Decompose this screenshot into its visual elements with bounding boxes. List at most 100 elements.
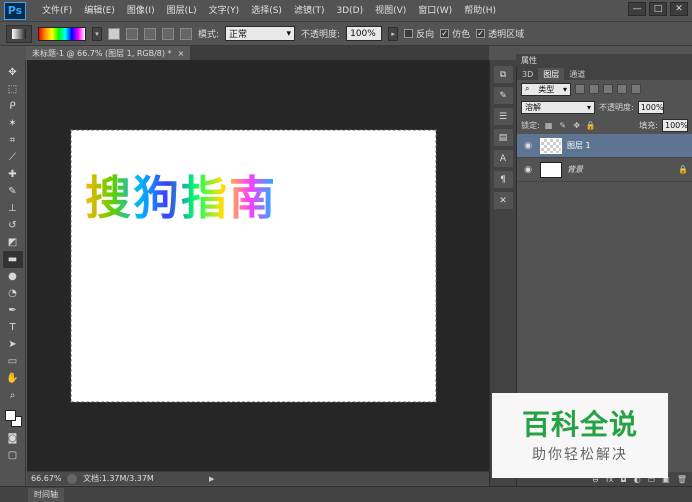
maximize-button[interactable]: □ <box>649 2 667 16</box>
history-brush-icon[interactable]: ↺ <box>3 217 23 234</box>
marquee-icon[interactable]: ⬚ <box>3 81 23 98</box>
mode-select[interactable]: 正常 ▾ <box>225 26 296 41</box>
type-filter-icon[interactable] <box>603 84 613 94</box>
gradient-picker-swatch[interactable] <box>38 26 86 41</box>
opacity-slider-toggle-icon[interactable]: ▸ <box>388 26 399 41</box>
smart-object-filter-icon[interactable] <box>631 84 641 94</box>
menu-image[interactable]: 图像(I) <box>121 0 161 22</box>
pen-icon[interactable]: ✒ <box>3 302 23 319</box>
status-info-icon[interactable] <box>67 473 77 484</box>
adjustments-panel-icon[interactable]: ☰ <box>493 108 513 125</box>
zoom-level[interactable]: 66.67% <box>31 474 62 483</box>
menu-window[interactable]: 窗口(W) <box>412 0 458 22</box>
shape-icon[interactable]: ▭ <box>3 353 23 370</box>
tab-layers[interactable]: 图层 <box>538 68 565 80</box>
move-icon[interactable]: ✥ <box>3 64 23 81</box>
zoom-icon[interactable]: ⌕ <box>3 387 23 404</box>
visibility-eye-icon[interactable]: ◉ <box>521 165 535 175</box>
tool-preset-picker[interactable] <box>6 24 32 43</box>
hand-icon[interactable]: ✋ <box>3 370 23 387</box>
menu-layer[interactable]: 图层(L) <box>161 0 203 22</box>
document-tab[interactable]: 未标题-1 @ 66.7% (图层 1, RGB/8) * × <box>26 46 191 60</box>
status-menu-arrow-icon[interactable]: ▶ <box>209 475 214 483</box>
layer-thumbnail <box>540 137 562 154</box>
menu-filter[interactable]: 滤镜(T) <box>288 0 331 22</box>
tab-channels[interactable]: 通道 <box>564 68 590 80</box>
opacity-field[interactable]: 100% <box>346 26 383 41</box>
fill-field[interactable]: 100% <box>662 118 688 132</box>
stamp-icon[interactable]: ⊥ <box>3 200 23 217</box>
watermark-title: 百科全说 <box>521 407 638 441</box>
canvas-area[interactable]: 搜狗指南 <box>27 60 489 471</box>
close-button[interactable]: ✕ <box>670 2 688 16</box>
opacity-value: 100% <box>350 28 376 39</box>
pixel-filter-icon[interactable] <box>575 84 585 94</box>
properties-tab[interactable]: 属性 <box>521 55 537 66</box>
layer-row-1[interactable]: ◉ 图层 1 <box>517 134 692 158</box>
dither-checkbox[interactable]: ✓ <box>440 29 450 38</box>
reverse-option[interactable]: 反向 <box>404 27 434 40</box>
radial-gradient-button[interactable] <box>126 27 138 40</box>
layer-filter-row: ⌕ 类型 ▾ <box>517 80 692 98</box>
reverse-checkbox[interactable] <box>404 29 414 38</box>
transparency-label: 透明区域 <box>488 30 525 40</box>
shape-filter-icon[interactable] <box>617 84 627 94</box>
character-panel-icon[interactable]: A <box>493 150 513 167</box>
linear-gradient-button[interactable] <box>108 27 120 40</box>
paragraph-panel-icon[interactable]: ¶ <box>493 171 513 188</box>
menu-select[interactable]: 选择(S) <box>245 0 288 22</box>
diamond-gradient-button[interactable] <box>180 27 192 40</box>
history-panel-icon[interactable]: ⧉ <box>493 66 513 83</box>
color-swatches[interactable] <box>3 408 23 430</box>
delete-layer-icon[interactable]: 🗑 <box>677 475 687 484</box>
layer-opacity-field[interactable]: 100% <box>637 100 664 114</box>
crop-icon[interactable]: ⌗ <box>3 132 23 149</box>
dodge-icon[interactable]: ◔ <box>3 285 23 302</box>
eraser-icon[interactable]: ◩ <box>3 234 23 251</box>
tab-3d[interactable]: 3D <box>517 68 538 80</box>
menu-file[interactable]: 文件(F) <box>36 0 78 22</box>
eyedropper-icon[interactable]: ⟋ <box>3 149 23 166</box>
transparency-checkbox[interactable]: ✓ <box>476 29 486 38</box>
layer-row-background[interactable]: ◉ 背景 🔒 <box>517 158 692 182</box>
lock-image-icon[interactable]: ✎ <box>558 120 568 130</box>
gradient-icon[interactable]: ▬ <box>2 251 23 268</box>
quick-mask-icon[interactable]: ◙ <box>3 430 23 447</box>
brush-icon[interactable]: ✎ <box>3 183 23 200</box>
lock-transparent-icon[interactable]: ▦ <box>544 120 554 130</box>
layer-comps-panel-icon[interactable]: ▤ <box>493 129 513 146</box>
healing-icon[interactable]: ✚ <box>3 166 23 183</box>
screen-mode-icon[interactable]: ▢ <box>3 447 23 464</box>
options-bar: ▾ 模式: 正常 ▾ 不透明度: 100% ▸ 反向 ✓ 仿色 ✓ 透明区域 <box>0 22 692 46</box>
lock-all-icon[interactable]: 🔒 <box>586 120 596 130</box>
toolbox: ✥ ⬚ ᑭ ✶ ⌗ ⟋ ✚ ✎ ⊥ ↺ ◩ ▬ ● ◔ ✒ T ➤ ▭ ✋ ⌕ … <box>0 60 26 486</box>
blur-icon[interactable]: ● <box>3 268 23 285</box>
menu-view[interactable]: 视图(V) <box>369 0 412 22</box>
layer-filter-select[interactable]: ⌕ 类型 ▾ <box>521 82 571 96</box>
dither-option[interactable]: ✓ 仿色 <box>440 27 470 40</box>
minimize-button[interactable]: — <box>628 2 646 16</box>
lock-position-icon[interactable]: ✥ <box>572 120 582 130</box>
brush-panel-icon[interactable]: ✎ <box>493 87 513 104</box>
gradient-dropdown-icon[interactable]: ▾ <box>92 26 102 41</box>
foreground-color-swatch[interactable] <box>4 410 16 421</box>
reflected-gradient-button[interactable] <box>162 27 174 40</box>
blend-mode-select[interactable]: 溶解 ▾ <box>521 100 595 114</box>
layer-name[interactable]: 图层 1 <box>567 140 688 151</box>
menu-3d[interactable]: 3D(D) <box>330 0 369 22</box>
type-icon[interactable]: T <box>3 319 23 336</box>
tools-panel-icon[interactable]: ✕ <box>493 192 513 209</box>
lasso-icon[interactable]: ᑭ <box>3 98 23 115</box>
menu-help[interactable]: 帮助(H) <box>458 0 502 22</box>
visibility-eye-icon[interactable]: ◉ <box>521 141 535 151</box>
adjustment-filter-icon[interactable] <box>589 84 599 94</box>
angle-gradient-button[interactable] <box>144 27 156 40</box>
menu-type[interactable]: 文字(Y) <box>203 0 246 22</box>
timeline-tab[interactable]: 时间轴 <box>28 487 64 502</box>
menu-edit[interactable]: 编辑(E) <box>78 0 121 22</box>
layer-name[interactable]: 背景 <box>567 164 673 175</box>
path-select-icon[interactable]: ➤ <box>3 336 23 353</box>
tab-close-icon[interactable]: × <box>178 49 185 58</box>
magic-wand-icon[interactable]: ✶ <box>3 115 23 132</box>
transparency-option[interactable]: ✓ 透明区域 <box>476 27 524 40</box>
